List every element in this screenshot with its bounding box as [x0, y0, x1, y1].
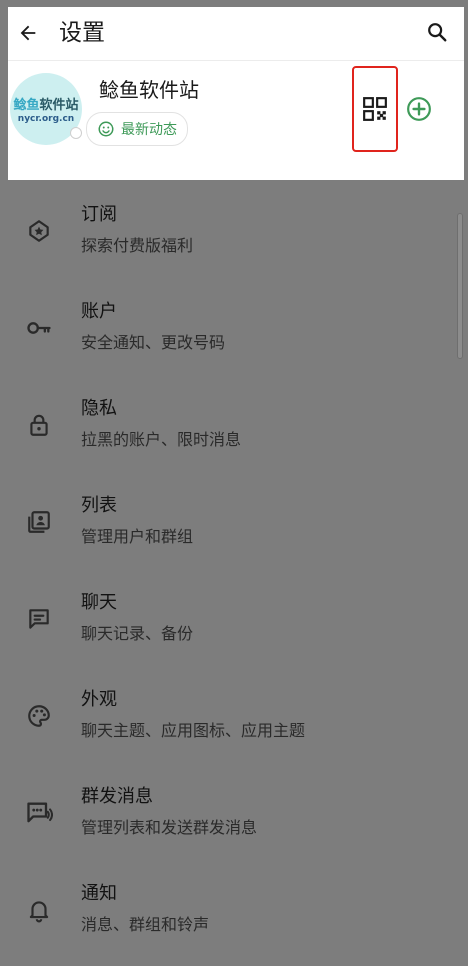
lock-icon [24, 410, 54, 440]
menu-item-lists[interactable]: 列表 管理用户和群组 [0, 481, 460, 578]
avatar-logo-text: 鲶鱼软件站 [13, 98, 79, 113]
avatar-status-dot [70, 127, 82, 139]
status-chip-label: 最新动态 [121, 122, 177, 138]
menu-item-subtitle: 聊天记录、备份 [81, 624, 194, 643]
menu-item-title: 外观 [81, 689, 117, 710]
avatar-logo-url: nycr.org.cn [17, 114, 75, 124]
menu-item-appearance[interactable]: 外观 聊天主题、应用图标、应用主题 [0, 675, 460, 772]
add-circle-icon[interactable] [406, 96, 432, 122]
menu-item-title: 账户 [81, 301, 117, 322]
menu-item-subscription[interactable]: 订阅 探索付费版福利 [0, 190, 460, 287]
menu-item-chats[interactable]: 聊天 聊天记录、备份 [0, 578, 460, 675]
menu-item-account[interactable]: 账户 安全通知、更改号码 [0, 287, 460, 384]
page-title: 设置 [59, 20, 105, 46]
back-arrow-icon[interactable] [14, 19, 42, 47]
menu-item-subtitle: 消息、群组和铃声 [81, 915, 210, 934]
menu-item-broadcast[interactable]: 群发消息 管理列表和发送群发消息 [0, 772, 460, 869]
menu-item-subtitle: 探索付费版福利 [81, 236, 194, 255]
menu-item-subtitle: 聊天主题、应用图标、应用主题 [81, 721, 306, 740]
app-bar: 设置 [8, 7, 464, 61]
chat-icon [24, 604, 54, 634]
menu-item-subtitle: 拉黑的账户、限时消息 [81, 430, 242, 449]
menu-item-title: 群发消息 [81, 786, 153, 807]
menu-item-privacy[interactable]: 隐私 拉黑的账户、限时消息 [0, 384, 460, 481]
menu-item-title: 列表 [81, 495, 117, 516]
key-icon [24, 313, 54, 343]
diamond-badge-icon [24, 216, 54, 246]
palette-icon [24, 701, 54, 731]
menu-item-title: 聊天 [81, 592, 117, 613]
menu-item-subtitle: 安全通知、更改号码 [81, 333, 226, 352]
menu-item-title: 隐私 [81, 398, 117, 419]
profile-name[interactable]: 鲶鱼软件站 [99, 76, 199, 104]
menu-item-title: 通知 [81, 883, 117, 904]
status-chip[interactable]: 最新动态 [86, 112, 188, 146]
search-icon[interactable] [422, 17, 452, 47]
header-divider [8, 60, 464, 61]
contact-list-icon [24, 507, 54, 537]
menu-item-title: 订阅 [81, 204, 117, 225]
qr-code-icon[interactable] [362, 96, 388, 122]
menu-item-subtitle: 管理列表和发送群发消息 [81, 818, 258, 837]
bell-icon [24, 895, 54, 925]
menu-item-notifications[interactable]: 通知 消息、群组和铃声 [0, 869, 460, 966]
smiley-icon [98, 121, 114, 137]
menu-item-subtitle: 管理用户和群组 [81, 527, 194, 546]
broadcast-icon [24, 798, 54, 828]
